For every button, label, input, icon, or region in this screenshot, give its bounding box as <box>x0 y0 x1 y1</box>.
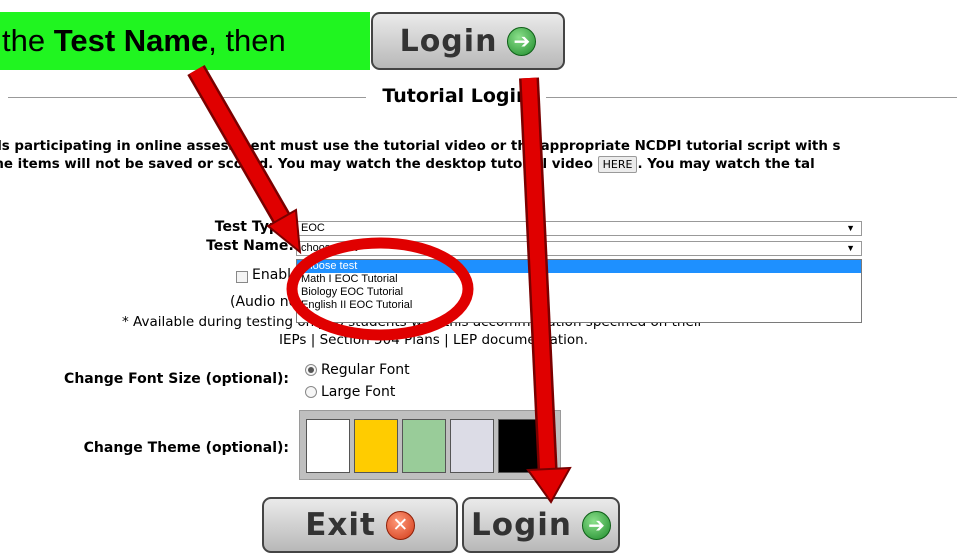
login-button[interactable]: Login ➔ <box>462 497 620 553</box>
callout-text-pre: the <box>2 23 54 58</box>
info-text-line2: the items will not be saved or scored. Y… <box>0 156 957 174</box>
enable-audio-checkbox[interactable] <box>236 271 248 283</box>
login-button-label: Login <box>399 23 498 59</box>
chevron-down-icon: ▼ <box>846 223 855 233</box>
test-name-dropdown-list[interactable]: choose test Math I EOC Tutorial Biology … <box>296 259 862 323</box>
theme-swatch-white[interactable] <box>306 419 350 473</box>
login-button-label: Login <box>471 507 572 543</box>
radio-icon[interactable] <box>305 386 317 398</box>
test-type-label: Test Type: <box>214 219 294 235</box>
test-name-value: choose test <box>301 242 358 254</box>
theme-swatch-gray[interactable] <box>450 419 494 473</box>
test-name-select[interactable]: choose test ▼ <box>296 241 862 256</box>
dropdown-option[interactable]: choose test <box>297 260 861 273</box>
info-text-line2-a: the items will not be saved or scored. Y… <box>0 157 598 172</box>
regular-font-option[interactable]: Regular Font <box>305 362 410 378</box>
test-name-label: Test Name: <box>206 238 294 254</box>
audio-note: (Audio not <box>230 294 303 310</box>
font-size-label: Change Font Size (optional): <box>64 371 289 387</box>
here-button[interactable]: HERE <box>597 156 638 173</box>
large-font-option[interactable]: Large Font <box>305 384 395 400</box>
exit-button-label: Exit <box>305 507 376 543</box>
callout-text-bold: Test Name <box>53 23 209 58</box>
dropdown-option[interactable]: Math I EOC Tutorial <box>297 273 861 286</box>
arrow-right-icon: ➔ <box>581 510 611 540</box>
theme-swatches <box>299 410 561 480</box>
large-font-label: Large Font <box>321 384 396 400</box>
legend-rule-right <box>546 97 957 98</box>
theme-label: Change Theme (optional): <box>83 440 289 456</box>
theme-swatch-black[interactable] <box>498 419 542 473</box>
callout-text-post: , then <box>208 23 286 58</box>
dropdown-option[interactable]: English II EOC Tutorial <box>297 299 861 312</box>
available-note-line2: IEPs | Section 504 Plans | LEP documenta… <box>279 332 588 348</box>
arrow-right-icon: ➔ <box>507 26 537 56</box>
radio-selected-icon[interactable] <box>305 364 317 376</box>
theme-swatch-yellow[interactable] <box>354 419 398 473</box>
legend-rule-left <box>8 97 368 98</box>
enable-label: Enable <box>252 267 300 283</box>
exit-button[interactable]: Exit ✕ <box>262 497 458 553</box>
test-type-value: EOC <box>301 222 325 234</box>
instruction-callout: the Test Name, then <box>0 12 370 70</box>
info-text-line2-b: . You may watch the tal <box>637 157 815 172</box>
chevron-down-icon: ▼ <box>846 243 855 253</box>
test-type-select[interactable]: EOC ▼ <box>296 221 862 236</box>
close-icon: ✕ <box>385 510 415 540</box>
login-button-callout[interactable]: Login ➔ <box>371 12 565 70</box>
info-text-line1: ols participating in online assessment m… <box>0 139 841 154</box>
regular-font-label: Regular Font <box>321 362 410 378</box>
tutorial-login-title: Tutorial Login <box>366 85 546 107</box>
dropdown-option[interactable]: Biology EOC Tutorial <box>297 286 861 299</box>
theme-swatch-green[interactable] <box>402 419 446 473</box>
